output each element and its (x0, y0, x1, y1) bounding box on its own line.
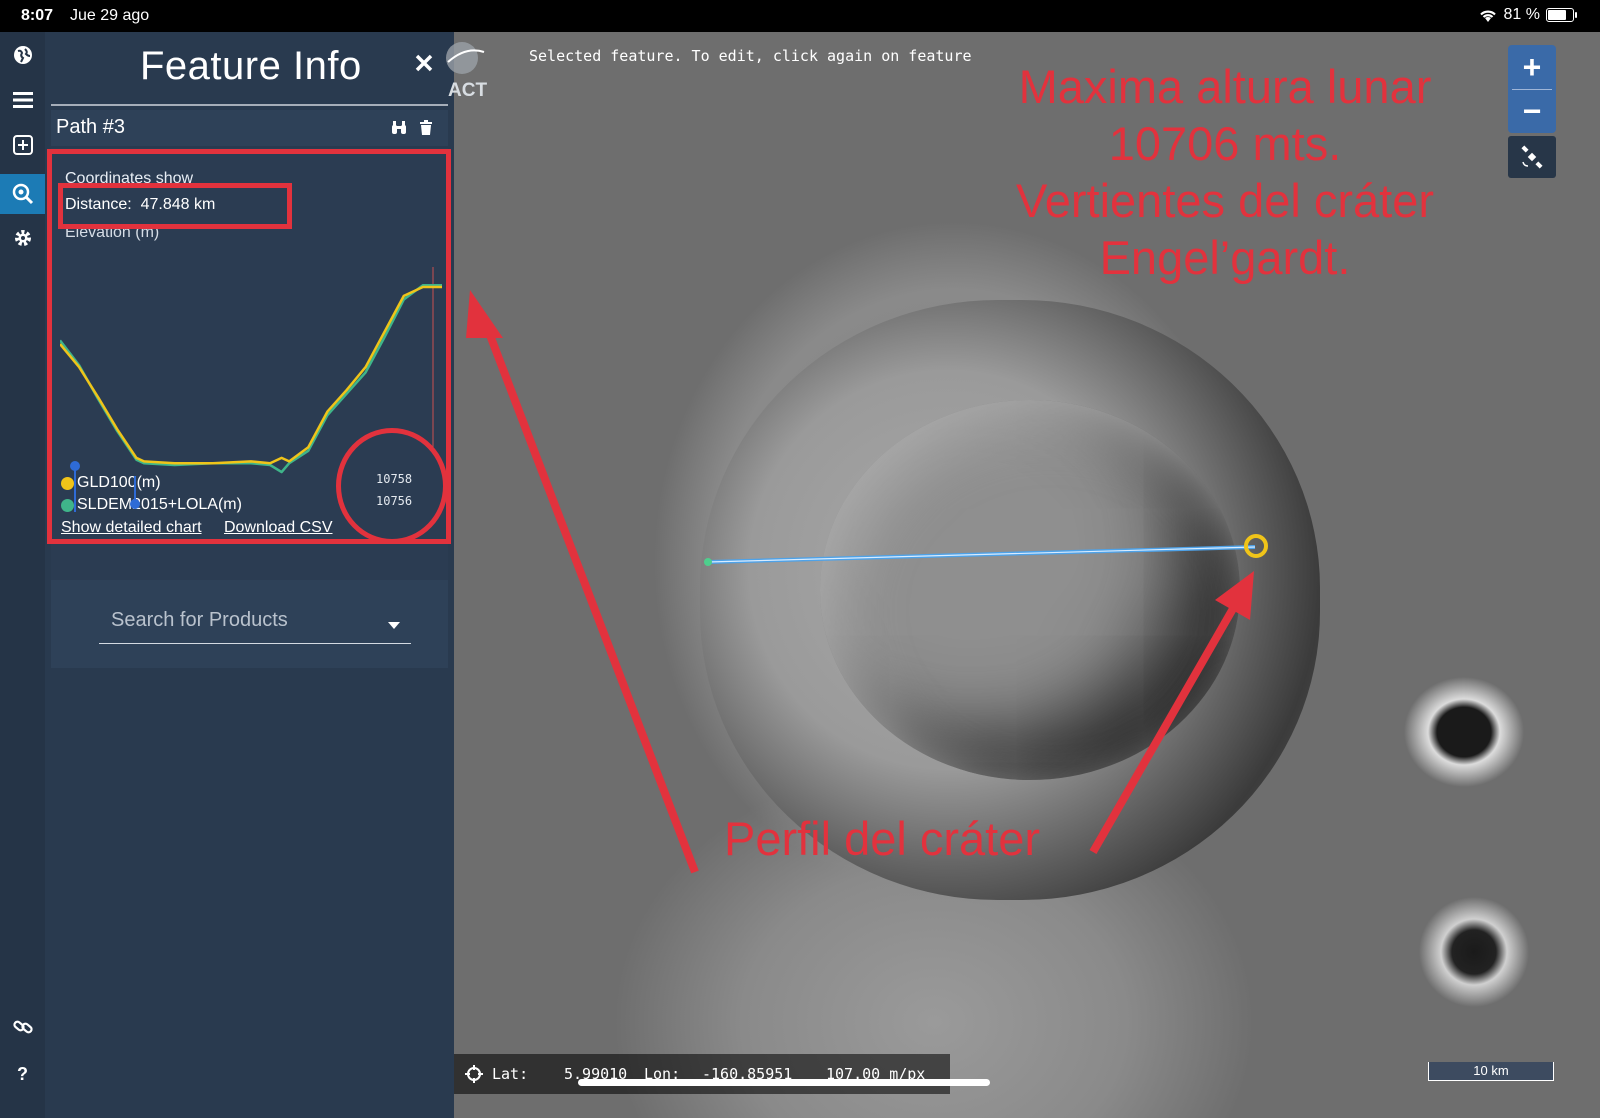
arrow-head-chart (466, 290, 503, 338)
map-overlay (466, 290, 1268, 874)
lat-label: Lat: (492, 1065, 529, 1083)
coordinate-bar: Lat: 5.99010 Lon: -160.85951 107.00 m/px (454, 1054, 950, 1094)
zoom-in-button[interactable]: + (1508, 45, 1556, 89)
satellite-layer-button[interactable] (1508, 136, 1556, 178)
zoom-control: + − (1508, 45, 1556, 133)
zoom-out-button[interactable]: − (1508, 89, 1556, 133)
scale-bar: 10 km (1428, 1062, 1554, 1081)
path-start-point[interactable] (704, 558, 712, 566)
satellite-icon (1521, 145, 1543, 169)
path-line-highlight (707, 546, 1256, 563)
home-indicator[interactable] (578, 1079, 990, 1086)
crosshair-icon[interactable] (464, 1064, 484, 1084)
arrow-to-chart (481, 320, 699, 874)
arrow-to-point (1089, 598, 1242, 854)
